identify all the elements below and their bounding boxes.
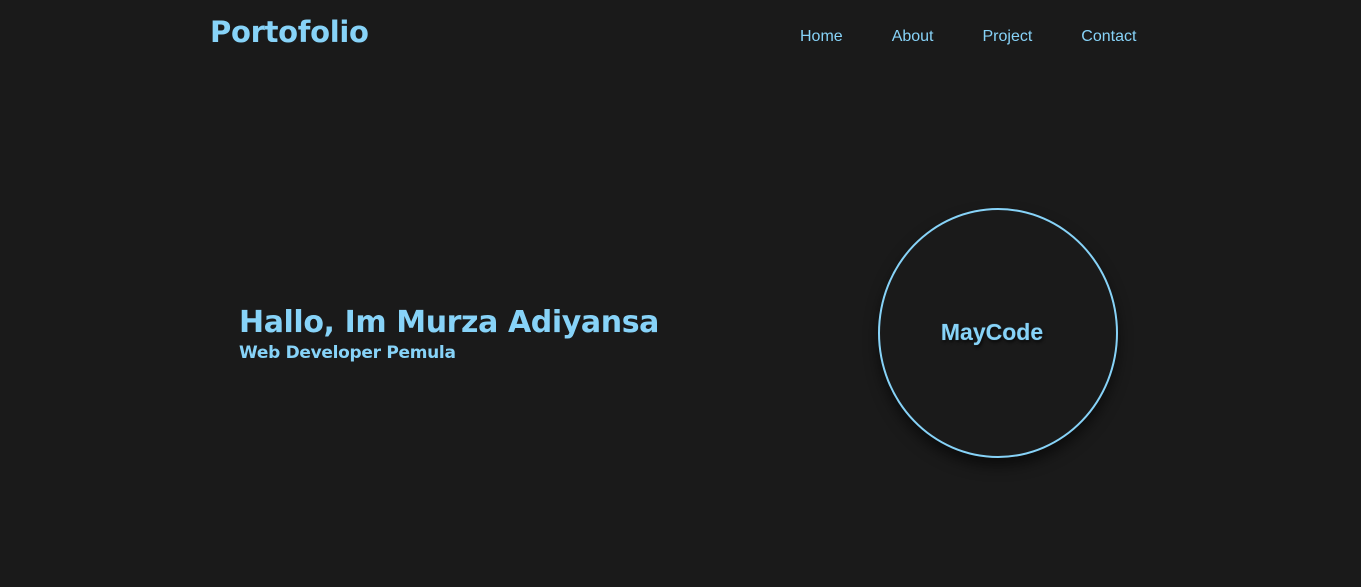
profile-circle: MayCode — [878, 208, 1118, 458]
nav-links: Home About Project Contact — [800, 26, 1136, 47]
circle-brand-text: MayCode — [940, 318, 1044, 345]
hero-subtitle: Web Developer Pemula — [239, 343, 456, 363]
nav-link-home[interactable]: Home — [800, 28, 843, 45]
navbar: Portofolio Home About Project Contact — [0, 0, 1361, 72]
nav-link-contact[interactable]: Contact — [1081, 28, 1136, 45]
nav-item-contact: Contact — [1081, 26, 1136, 47]
hero-section: Hallo, Im Murza Adiyansa Web Developer P… — [239, 304, 659, 364]
nav-item-home: Home — [800, 26, 843, 47]
hero-title: Hallo, Im Murza Adiyansa — [239, 305, 660, 340]
nav-link-project[interactable]: Project — [983, 28, 1033, 45]
nav-link-about[interactable]: About — [892, 28, 934, 45]
nav-item-project: Project — [983, 26, 1033, 47]
site-logo[interactable]: Portofolio — [210, 14, 369, 50]
nav-item-about: About — [892, 26, 934, 47]
